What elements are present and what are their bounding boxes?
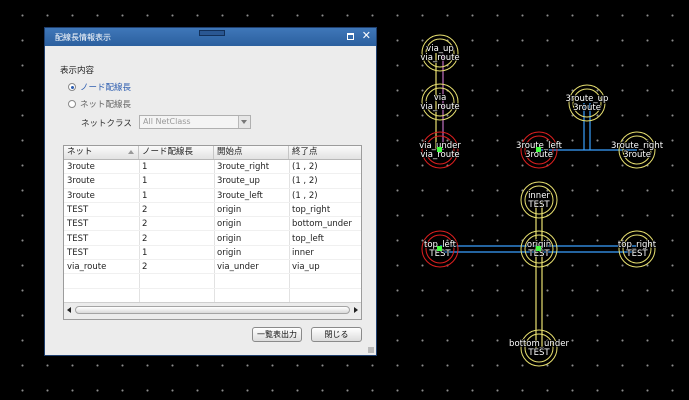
- net-length-radio[interactable]: ネット配線長: [68, 98, 131, 110]
- table-row[interactable]: [64, 289, 361, 303]
- pad-net-label: via_route: [420, 53, 459, 63]
- table-row[interactable]: 3route 1 3route_up (1 , 2): [64, 174, 361, 189]
- via-marker-icon: [536, 246, 541, 251]
- table-cell: 1: [142, 162, 148, 172]
- table-cell: bottom_under: [292, 219, 352, 230]
- radio-unchecked-icon[interactable]: [68, 100, 76, 108]
- table-cell: [214, 274, 289, 288]
- close-icon[interactable]: ✕: [362, 30, 371, 41]
- table-cell: [139, 274, 214, 288]
- table-cell: (1 , 2): [292, 162, 318, 172]
- table-row[interactable]: 3route 1 3route_left (1 , 2): [64, 189, 361, 203]
- column-header-start[interactable]: 開始点: [214, 146, 289, 159]
- radio-checked-icon[interactable]: [68, 83, 76, 91]
- scroll-right-icon[interactable]: [354, 307, 358, 313]
- table-cell: TEST: [67, 204, 89, 215]
- scroll-left-icon[interactable]: [67, 307, 71, 313]
- sort-ascending-icon: [128, 150, 134, 154]
- column-header-label: 開始点: [217, 147, 243, 157]
- table-cell: [289, 289, 361, 303]
- table-cell: origin: [217, 233, 242, 244]
- pad-net-label: TEST: [527, 200, 550, 210]
- table-row[interactable]: TEST 1 origin inner: [64, 246, 361, 261]
- scrollbar-thumb[interactable]: [75, 306, 350, 314]
- table-cell: 3route: [67, 162, 95, 172]
- table-cell: 3route: [67, 190, 95, 201]
- table-row[interactable]: TEST 2 origin top_right: [64, 203, 361, 218]
- table-cell: (1 , 2): [292, 176, 318, 187]
- pad-net-label: TEST: [527, 348, 550, 358]
- column-header-label: ノード配線長: [142, 147, 194, 157]
- table-cell: [214, 289, 289, 303]
- table-row[interactable]: 3route 1 3route_right (1 , 2): [64, 160, 361, 175]
- table-cell: 3route: [67, 176, 95, 187]
- pad-net-label: 3route: [573, 103, 601, 113]
- display-content-label: 表示内容: [60, 66, 95, 76]
- table-cell: TEST: [67, 233, 89, 244]
- via-marker-icon: [437, 147, 442, 152]
- table-row[interactable]: TEST 2 origin top_left: [64, 232, 361, 246]
- netclass-select-value: All NetClass: [143, 117, 191, 126]
- resize-grip-icon[interactable]: [368, 347, 374, 353]
- table-cell: 1: [142, 190, 148, 201]
- drag-handle-icon[interactable]: [199, 30, 225, 36]
- table-cell: [289, 274, 361, 288]
- column-header-label: 終了点: [292, 147, 318, 157]
- table-cell: via_up: [292, 262, 320, 273]
- wire-length-dialog: 配線長情報表示 ✕ 表示内容 ノード配線長 ネット配線長 ネットクラス All …: [44, 27, 377, 356]
- pad-net-label: TEST: [625, 249, 648, 259]
- table-cell: [64, 274, 139, 288]
- table-body: 3route 1 3route_right (1 , 2) 3route 1 3route_…: [64, 160, 361, 303]
- table-row[interactable]: [64, 274, 361, 289]
- table-cell: origin: [217, 204, 242, 215]
- table-cell: inner: [292, 247, 314, 258]
- column-header-node-length[interactable]: ノード配線長: [139, 146, 214, 159]
- via-marker-icon: [437, 246, 442, 251]
- horizontal-scrollbar[interactable]: [64, 302, 361, 319]
- dialog-titlebar[interactable]: 配線長情報表示 ✕: [45, 28, 376, 46]
- column-header-label: ネット: [67, 147, 93, 157]
- table-cell: top_left: [292, 233, 324, 244]
- table-cell: 3route_left: [217, 190, 263, 201]
- table-cell: via_route: [67, 262, 107, 273]
- pad-net-label: via_route: [420, 102, 459, 112]
- table-cell: TEST: [67, 247, 89, 258]
- pad-net-label: 3route: [623, 150, 651, 160]
- table-cell: [139, 289, 214, 303]
- via-marker-icon: [536, 147, 541, 152]
- table-cell: 3route_up: [217, 176, 260, 187]
- table-cell: origin: [217, 219, 242, 230]
- export-list-button[interactable]: 一覧表出力: [252, 327, 302, 342]
- table-row[interactable]: via_route 2 via_under via_up: [64, 260, 361, 275]
- chevron-down-icon[interactable]: [238, 116, 250, 128]
- table-cell: [64, 289, 139, 303]
- table-cell: 2: [142, 262, 148, 273]
- table-cell: TEST: [67, 219, 89, 230]
- table-cell: 2: [142, 233, 148, 244]
- column-header-net[interactable]: ネット: [64, 146, 139, 159]
- table-cell: 3route_right: [217, 162, 270, 172]
- table-cell: (1 , 2): [292, 190, 318, 201]
- table-cell: top_right: [292, 204, 331, 215]
- dialog-title: 配線長情報表示: [55, 33, 111, 42]
- table-cell: 2: [142, 219, 148, 230]
- node-length-radio-label: ノード配線長: [80, 83, 132, 93]
- table-cell: via_under: [217, 262, 259, 273]
- table-cell: 1: [142, 247, 148, 258]
- table-cell: 2: [142, 204, 148, 215]
- wire-length-table: ネット ノード配線長 開始点 終了点 3route 1 3route_right (1…: [63, 145, 362, 320]
- node-length-radio[interactable]: ノード配線長: [68, 81, 131, 93]
- table-cell: origin: [217, 247, 242, 258]
- table-row[interactable]: TEST 2 origin bottom_under: [64, 217, 361, 232]
- column-header-end[interactable]: 終了点: [289, 146, 361, 159]
- maximize-icon[interactable]: [347, 33, 354, 40]
- netclass-select[interactable]: All NetClass: [139, 115, 251, 129]
- table-header: ネット ノード配線長 開始点 終了点: [64, 146, 361, 160]
- table-cell: 1: [142, 176, 148, 187]
- close-button[interactable]: 閉じる: [311, 327, 362, 342]
- netclass-label: ネットクラス: [81, 119, 132, 129]
- net-length-radio-label: ネット配線長: [80, 100, 132, 110]
